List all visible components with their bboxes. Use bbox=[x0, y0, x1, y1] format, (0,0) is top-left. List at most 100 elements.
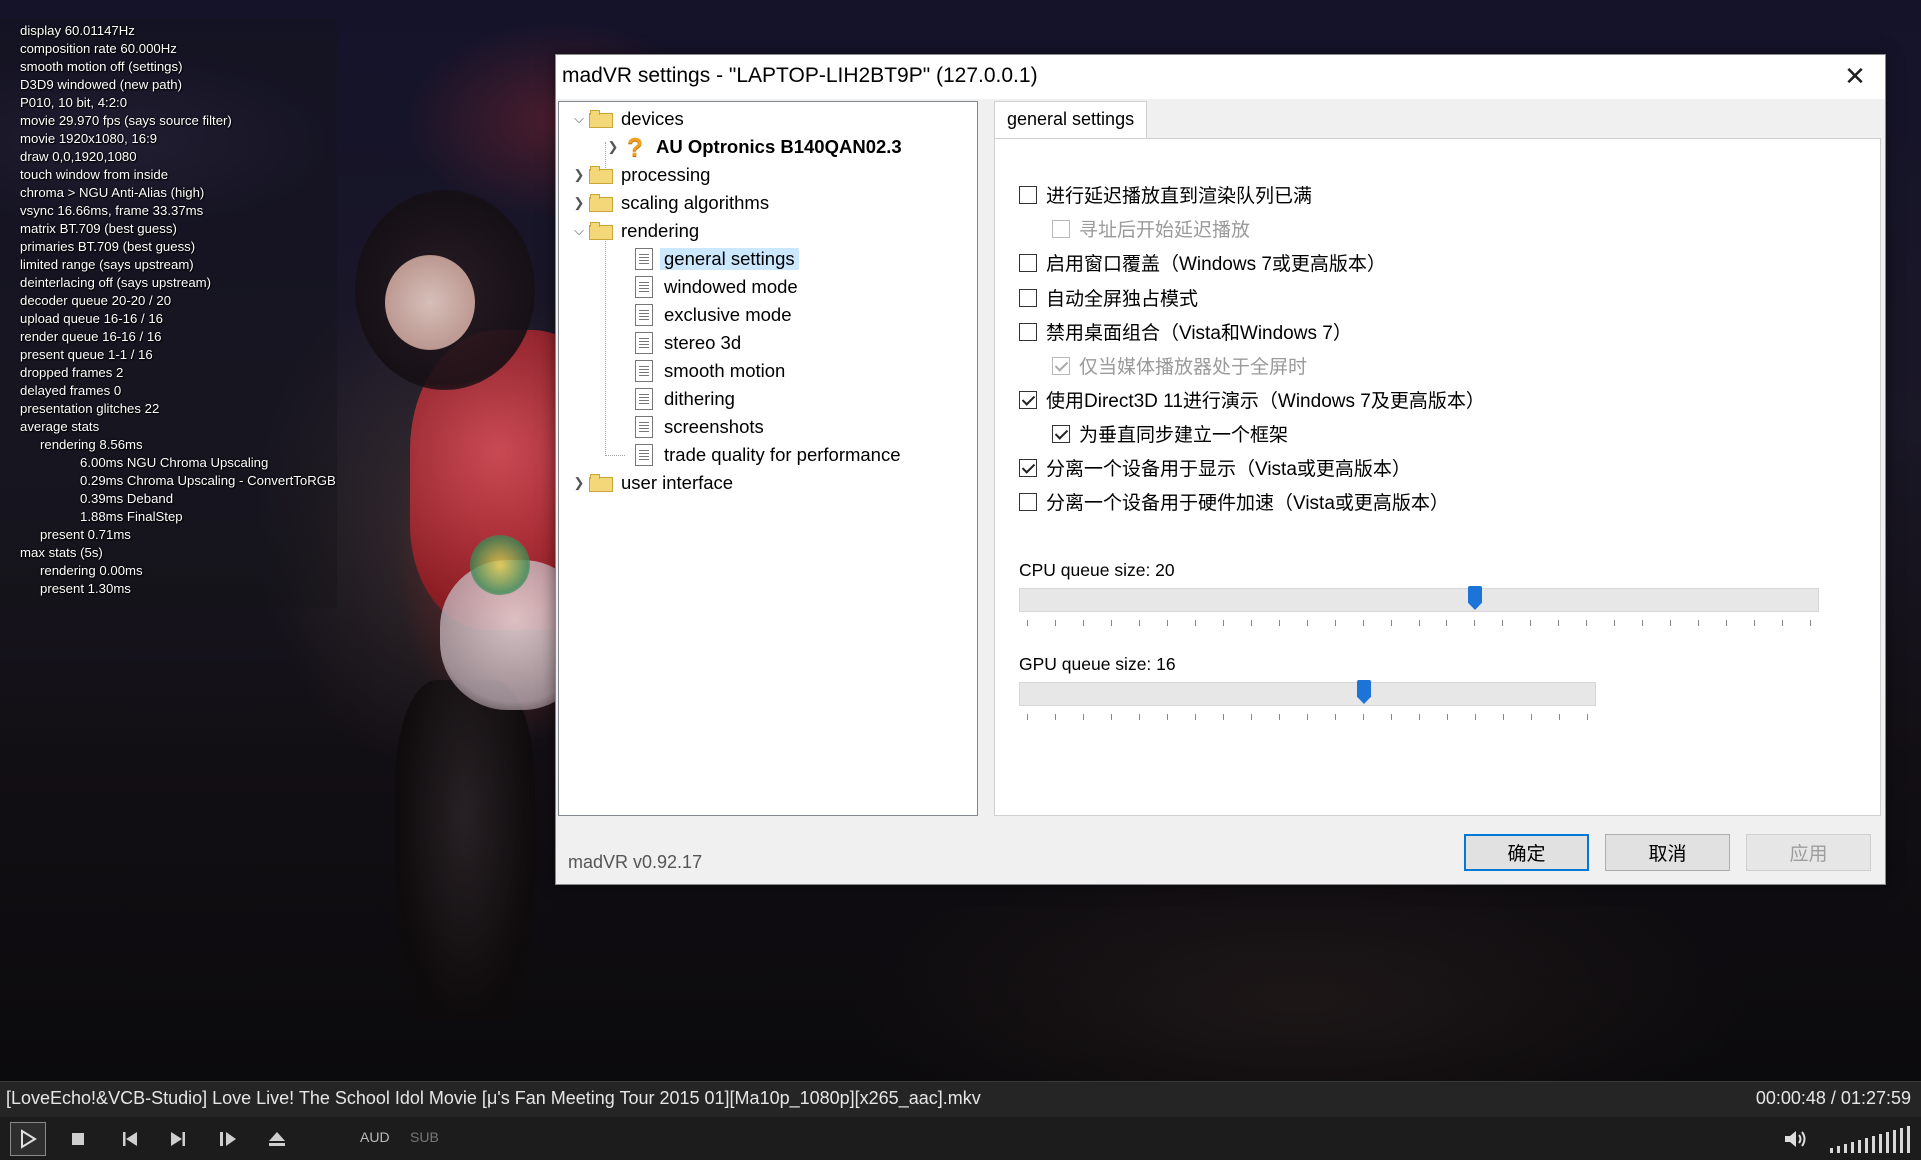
cancel-button[interactable]: 取消 bbox=[1605, 834, 1730, 871]
slider-tick bbox=[1167, 620, 1168, 626]
option-separate-device-display[interactable]: 分离一个设备用于显示（Vista或更高版本） bbox=[1019, 454, 1411, 481]
slider-tick bbox=[1027, 714, 1028, 720]
osd-line: render queue 16-16 / 16 bbox=[20, 329, 162, 344]
frame-step-button[interactable] bbox=[210, 1122, 246, 1156]
slider-tick bbox=[1279, 620, 1280, 626]
slider-tick bbox=[1027, 620, 1028, 626]
tree-item-processing[interactable]: ❯ processing bbox=[569, 162, 711, 188]
option-only-when-fullscreen[interactable]: 仅当媒体播放器处于全屏时 bbox=[1052, 352, 1307, 379]
tree-item-dithering[interactable]: dithering bbox=[635, 386, 735, 412]
tree-item-scaling-algorithms[interactable]: ❯ scaling algorithms bbox=[569, 190, 770, 216]
option-vsync-frame[interactable]: 为垂直同步建立一个框架 bbox=[1052, 420, 1288, 447]
slider-thumb[interactable] bbox=[1468, 586, 1482, 610]
gpu-queue-label: GPU queue size: 16 bbox=[1019, 654, 1176, 674]
checkbox[interactable] bbox=[1019, 492, 1037, 511]
folder-icon bbox=[589, 110, 613, 128]
tree-item-devices[interactable]: ⌵ devices bbox=[569, 106, 684, 132]
option-delay-playback[interactable]: 进行延迟播放直到渲染队列已满 bbox=[1019, 181, 1312, 208]
option-delay-after-seek[interactable]: 寻址后开始延迟播放 bbox=[1052, 215, 1250, 242]
osd-line: presentation glitches 22 bbox=[20, 401, 160, 416]
checkbox[interactable] bbox=[1019, 458, 1037, 477]
page-icon bbox=[635, 416, 653, 438]
close-icon[interactable]: ✕ bbox=[1825, 55, 1885, 99]
slider-tick bbox=[1083, 714, 1084, 720]
tree-item-windowed-mode[interactable]: windowed mode bbox=[635, 274, 798, 300]
option-label: 启用窗口覆盖（Windows 7或更高版本） bbox=[1046, 254, 1386, 275]
folder-icon bbox=[589, 474, 613, 492]
checkbox[interactable] bbox=[1052, 219, 1070, 238]
gpu-queue-slider[interactable] bbox=[1019, 680, 1596, 706]
tree-item-stereo-3d[interactable]: stereo 3d bbox=[635, 330, 741, 356]
dialog-title: madVR settings - "LAPTOP-LIH2BT9P" (127.… bbox=[562, 64, 1038, 87]
chevron-right-icon[interactable]: ❯ bbox=[603, 139, 623, 155]
tree-item-label: processing bbox=[621, 164, 711, 185]
slider-tick bbox=[1307, 714, 1308, 720]
option-disable-desktop-composition[interactable]: 禁用桌面组合（Vista和Windows 7） bbox=[1019, 318, 1352, 345]
option-auto-fullscreen-exclusive[interactable]: 自动全屏独占模式 bbox=[1019, 284, 1198, 311]
speaker-icon bbox=[1785, 1131, 1806, 1147]
stop-button[interactable] bbox=[60, 1122, 96, 1156]
settings-tree[interactable]: ⌵ devices ❯ ? AU Optronics B140QAN02.3 ❯… bbox=[558, 101, 978, 816]
ok-button[interactable]: 确定 bbox=[1464, 834, 1589, 871]
next-button[interactable] bbox=[160, 1122, 196, 1156]
tree-item-smooth-motion[interactable]: smooth motion bbox=[635, 358, 785, 384]
title-bar[interactable]: madVR settings - "LAPTOP-LIH2BT9P" (127.… bbox=[556, 55, 1885, 99]
checkbox[interactable] bbox=[1019, 253, 1037, 272]
slider-tick bbox=[1531, 714, 1532, 720]
eject-button[interactable] bbox=[259, 1122, 295, 1156]
checkbox[interactable] bbox=[1019, 322, 1037, 341]
tree-item-label: screenshots bbox=[664, 416, 764, 437]
slider-tick bbox=[1447, 714, 1448, 720]
chevron-down-icon[interactable]: ⌵ bbox=[569, 111, 589, 127]
checkbox[interactable] bbox=[1019, 185, 1037, 204]
page-icon bbox=[635, 276, 653, 298]
slider-tick bbox=[1502, 620, 1503, 626]
option-label: 仅当媒体播放器处于全屏时 bbox=[1079, 357, 1308, 378]
chevron-right-icon[interactable]: ❯ bbox=[569, 195, 589, 211]
option-window-overlay[interactable]: 启用窗口覆盖（Windows 7或更高版本） bbox=[1019, 249, 1386, 276]
tree-item-rendering[interactable]: ⌵ rendering bbox=[569, 218, 699, 244]
tree-item-label: exclusive mode bbox=[664, 304, 792, 325]
option-direct3d11[interactable]: 使用Direct3D 11进行演示（Windows 7及更高版本） bbox=[1019, 386, 1485, 413]
slider-tick bbox=[1251, 714, 1252, 720]
mute-button[interactable] bbox=[1778, 1122, 1814, 1156]
checkbox[interactable] bbox=[1052, 356, 1070, 375]
subtitle-track-button[interactable]: SUB bbox=[410, 1129, 439, 1145]
tab-general-settings[interactable]: general settings bbox=[994, 101, 1148, 140]
cpu-queue-slider[interactable] bbox=[1019, 586, 1819, 612]
tree-item-general-settings[interactable]: general settings bbox=[635, 246, 799, 272]
audio-track-button[interactable]: AUD bbox=[360, 1129, 390, 1145]
stop-icon bbox=[72, 1133, 84, 1145]
previous-button[interactable] bbox=[112, 1122, 148, 1156]
question-icon: ? bbox=[627, 131, 643, 162]
apply-button[interactable]: 应用 bbox=[1746, 834, 1871, 871]
settings-panel: general settings 进行延迟播放直到渲染队列已满 寻址后开始延迟播… bbox=[994, 101, 1881, 816]
chevron-right-icon[interactable]: ❯ bbox=[569, 167, 589, 183]
tree-item-screenshots[interactable]: screenshots bbox=[635, 414, 764, 440]
chevron-right-icon[interactable]: ❯ bbox=[569, 475, 589, 491]
volume-bar bbox=[1886, 1132, 1889, 1153]
video-figure-emblem bbox=[470, 535, 530, 595]
option-separate-device-hwaccel[interactable]: 分离一个设备用于硬件加速（Vista或更高版本） bbox=[1019, 488, 1449, 515]
volume-bar bbox=[1900, 1128, 1903, 1153]
osd-line: movie 1920x1080, 16:9 bbox=[20, 131, 158, 146]
slider-tick bbox=[1335, 620, 1336, 626]
tree-connector bbox=[605, 234, 606, 454]
checkbox[interactable] bbox=[1019, 288, 1037, 307]
slider-tick bbox=[1307, 620, 1308, 626]
chevron-down-icon[interactable]: ⌵ bbox=[569, 223, 589, 239]
tree-item-device[interactable]: ❯ ? AU Optronics B140QAN02.3 bbox=[603, 131, 902, 162]
volume-slider[interactable] bbox=[1830, 1125, 1914, 1153]
tree-item-exclusive-mode[interactable]: exclusive mode bbox=[635, 302, 792, 328]
volume-bar bbox=[1907, 1126, 1910, 1153]
osd-stats: display 60.01147Hz composition rate 60.0… bbox=[20, 22, 336, 598]
tree-item-trade-quality[interactable]: trade quality for performance bbox=[635, 442, 901, 468]
tree-item-label: windowed mode bbox=[664, 276, 798, 297]
slider-thumb[interactable] bbox=[1357, 680, 1371, 704]
folder-icon bbox=[589, 194, 613, 212]
checkbox[interactable] bbox=[1019, 390, 1037, 409]
tree-item-user-interface[interactable]: ❯ user interface bbox=[569, 470, 734, 496]
checkbox[interactable] bbox=[1052, 424, 1070, 443]
osd-line: average stats bbox=[20, 419, 100, 434]
play-button[interactable] bbox=[10, 1122, 46, 1156]
